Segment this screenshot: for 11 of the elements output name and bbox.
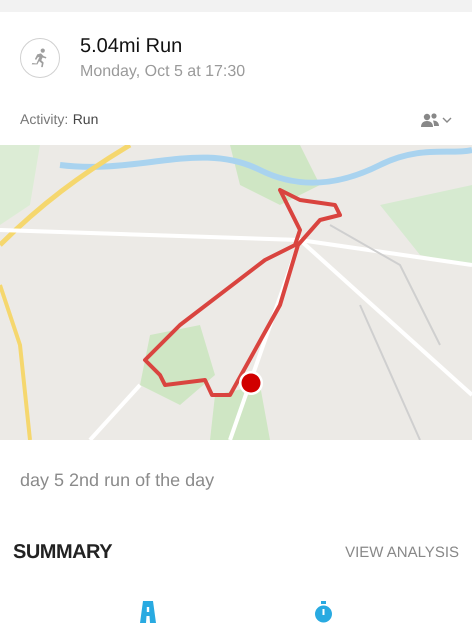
road-icon — [137, 601, 159, 623]
activity-note: day 5 2nd run of the day — [19, 470, 216, 491]
stopwatch-icon — [313, 601, 335, 623]
people-icon — [420, 112, 440, 128]
share-button[interactable] — [420, 112, 452, 128]
view-analysis-link[interactable]: VIEW ANALYSIS — [345, 544, 459, 561]
activity-type: Activity: Run — [20, 111, 98, 129]
caret-icon — [442, 116, 452, 124]
activity-date: Monday, Oct 5 at 17:30 — [80, 62, 246, 80]
summary-heading: SUMMARY — [13, 541, 112, 564]
activity-title: 5.04mi Run — [80, 34, 184, 58]
